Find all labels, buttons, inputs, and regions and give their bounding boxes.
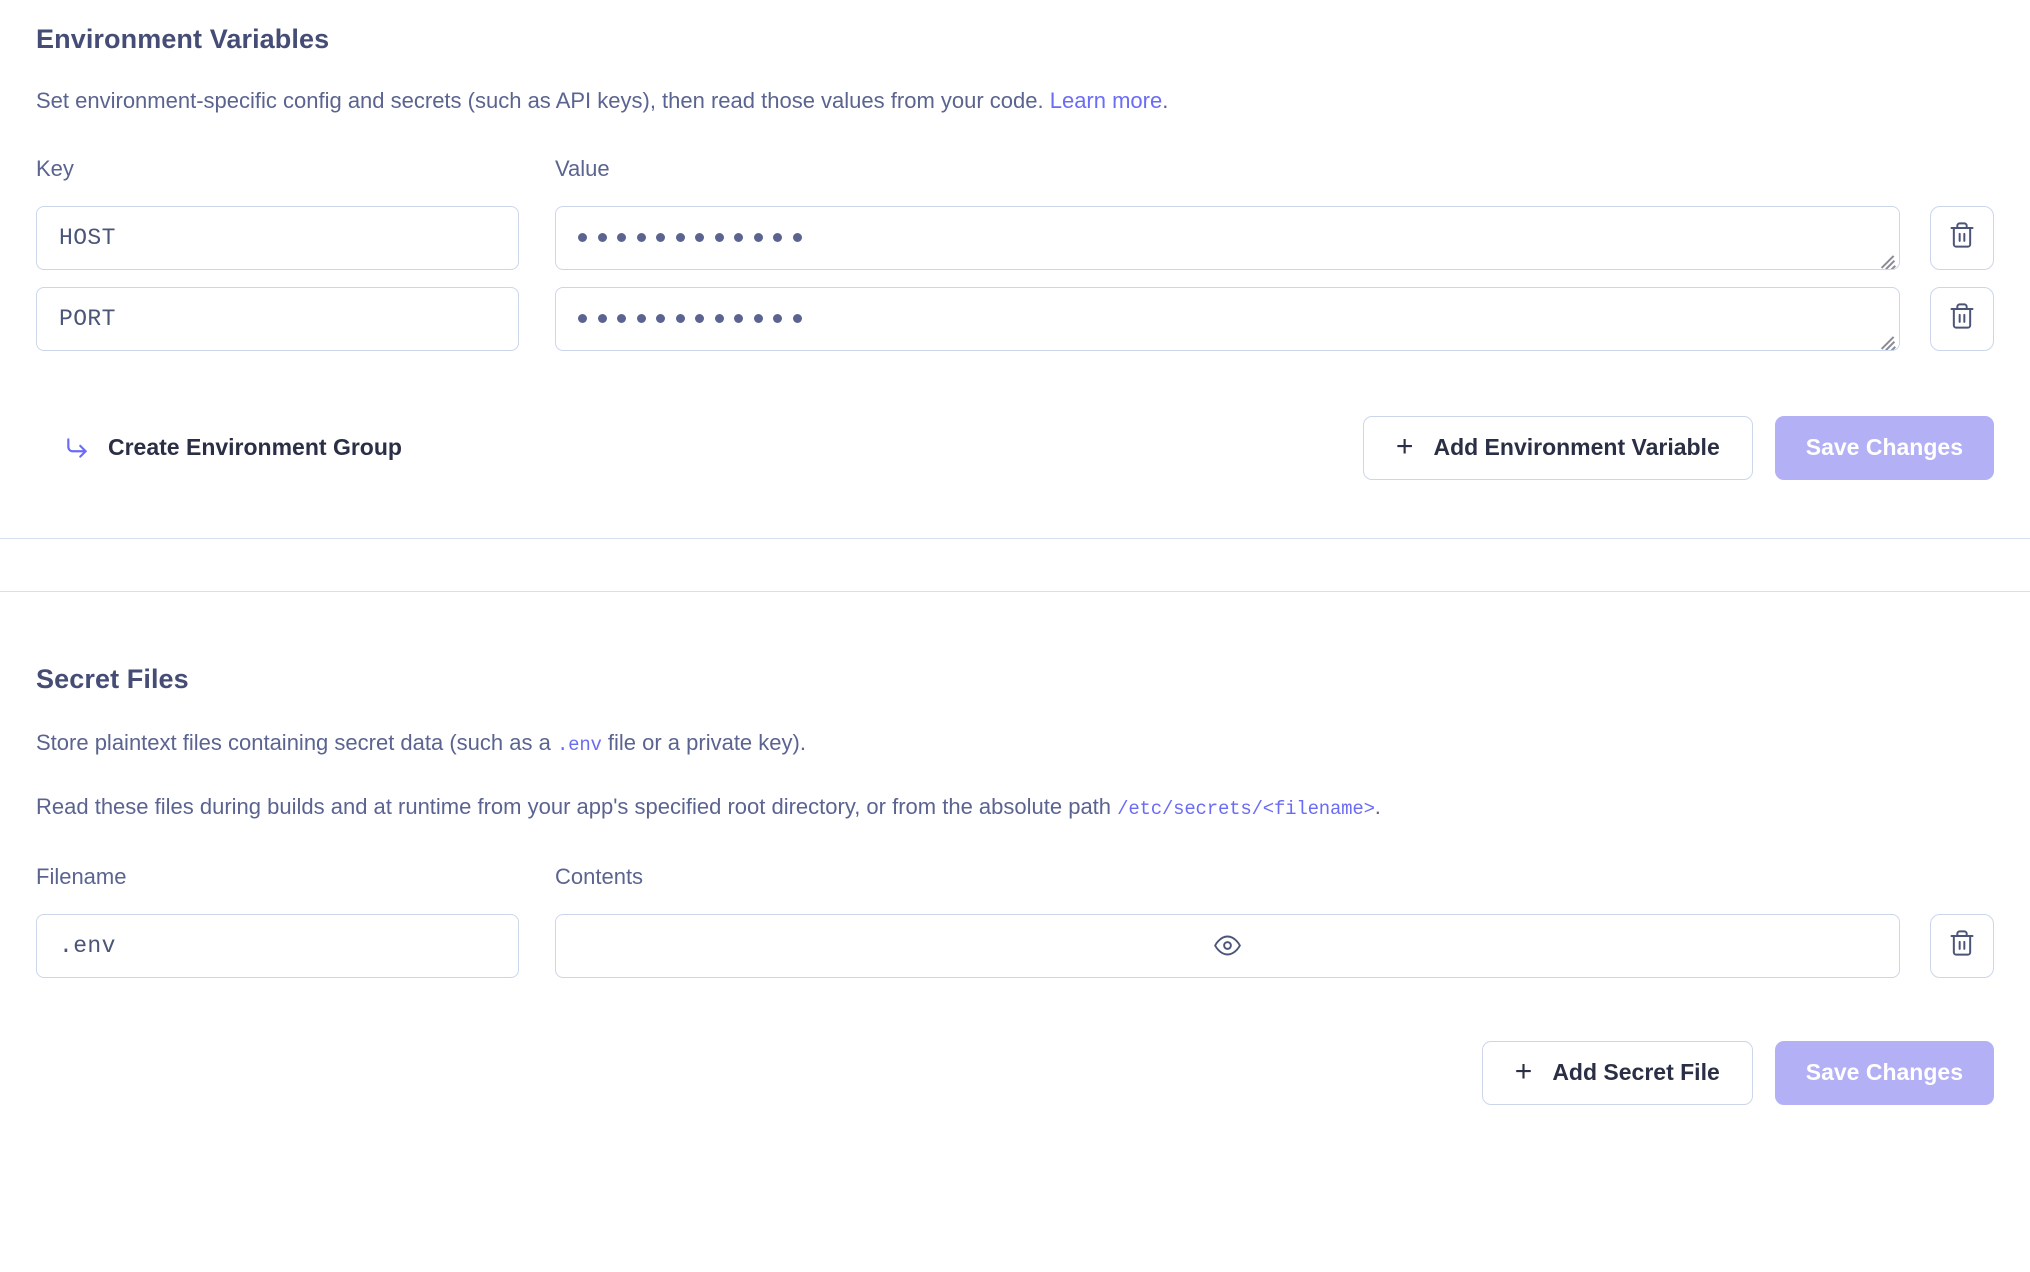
delete-env-var-button-port[interactable] bbox=[1930, 286, 1994, 351]
reveal-contents-button[interactable] bbox=[556, 932, 1899, 959]
delete-env-var-button-host[interactable] bbox=[1930, 205, 1994, 270]
column-header-value: Value bbox=[555, 155, 610, 181]
add-environment-variable-button[interactable]: + Add Environment Variable bbox=[1362, 415, 1753, 480]
env-desc-period: . bbox=[1162, 88, 1169, 113]
save-changes-button-secret[interactable]: Save Changes bbox=[1774, 1040, 1994, 1105]
env-desc-text: Set environment-specific config and secr… bbox=[36, 88, 1050, 113]
trash-icon bbox=[1948, 929, 1976, 962]
secret-file-row: .env bbox=[36, 913, 1994, 978]
env-column-headers: Key Value bbox=[36, 156, 1994, 182]
env-key-input-port[interactable]: PORT bbox=[36, 286, 519, 351]
secret-desc1-part1: Store plaintext files containing secret … bbox=[36, 729, 557, 755]
eye-icon bbox=[1214, 932, 1241, 959]
env-key-input-host[interactable]: HOST bbox=[36, 205, 519, 270]
secret-filename-input[interactable]: .env bbox=[36, 913, 519, 978]
secret-files-section: Secret Files Store plaintext files conta… bbox=[0, 592, 2030, 1105]
trash-icon bbox=[1948, 221, 1976, 254]
create-environment-group-label: Create Environment Group bbox=[108, 434, 402, 461]
secret-files-description-1: Store plaintext files containing secret … bbox=[36, 727, 1994, 760]
section-divider-top bbox=[0, 537, 2030, 539]
save-changes-label-secret: Save Changes bbox=[1805, 1059, 1963, 1086]
textarea-resize-handle[interactable] bbox=[1878, 329, 1896, 350]
environment-variables-section: Environment Variables Set environment-sp… bbox=[0, 0, 2030, 480]
settings-page: Environment Variables Set environment-sp… bbox=[0, 0, 2030, 1272]
secret-contents-input[interactable] bbox=[555, 913, 1900, 978]
env-file-code: .env bbox=[556, 733, 602, 756]
secrets-path-code: /etc/secrets/<filename> bbox=[1117, 798, 1375, 821]
column-header-filename: Filename bbox=[36, 863, 127, 889]
column-header-key: Key bbox=[36, 155, 74, 181]
env-value-input-port[interactable] bbox=[555, 286, 1900, 351]
delete-secret-file-button[interactable] bbox=[1930, 913, 1994, 978]
secret-desc2-part1: Read these files during builds and at ru… bbox=[36, 794, 1118, 820]
save-changes-button-env[interactable]: Save Changes bbox=[1774, 415, 1994, 480]
column-header-contents: Contents bbox=[555, 863, 644, 889]
save-changes-label-env: Save Changes bbox=[1805, 434, 1963, 461]
learn-more-link[interactable]: Learn more bbox=[1050, 88, 1163, 113]
trash-icon bbox=[1948, 302, 1976, 335]
secret-desc2-part2: . bbox=[1374, 794, 1381, 820]
masked-value-dots bbox=[578, 314, 802, 324]
textarea-resize-handle[interactable] bbox=[1878, 248, 1896, 269]
secret-desc1-part2: file or a private key). bbox=[601, 729, 806, 755]
plus-icon: + bbox=[1514, 1054, 1533, 1088]
add-secret-file-label: Add Secret File bbox=[1552, 1059, 1720, 1086]
masked-value-dots bbox=[578, 233, 802, 243]
env-var-row: HOST bbox=[36, 205, 1994, 270]
secret-files-description-2: Read these files during builds and at ru… bbox=[36, 791, 1994, 824]
env-var-row: PORT bbox=[36, 286, 1994, 351]
secret-actions-row: + Add Secret File Save Changes bbox=[36, 1040, 1994, 1105]
env-value-input-host[interactable] bbox=[555, 205, 1900, 270]
page-title: Environment Variables bbox=[36, 24, 330, 54]
corner-down-right-arrow-icon bbox=[64, 435, 90, 461]
create-environment-group-button[interactable]: Create Environment Group bbox=[36, 434, 402, 461]
env-actions-row: Create Environment Group + Add Environme… bbox=[36, 415, 1994, 480]
secret-column-headers: Filename Contents bbox=[36, 864, 1994, 890]
secret-files-title: Secret Files bbox=[36, 663, 189, 694]
add-secret-file-button[interactable]: + Add Secret File bbox=[1481, 1040, 1753, 1105]
plus-icon: + bbox=[1395, 429, 1414, 463]
add-environment-variable-label: Add Environment Variable bbox=[1433, 434, 1720, 461]
environment-variables-description: Set environment-specific config and secr… bbox=[36, 85, 1994, 117]
